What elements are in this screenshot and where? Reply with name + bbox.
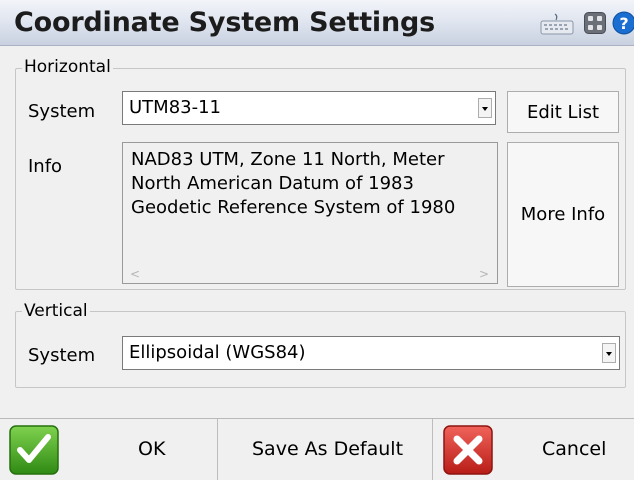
edit-list-button[interactable]: Edit List <box>507 91 619 133</box>
cancel-label: Cancel <box>542 438 607 460</box>
horizontal-legend: Horizontal <box>22 57 113 77</box>
vertical-system-dropdown[interactable]: Ellipsoidal (WGS84) <box>122 336 620 370</box>
menu-grid-icon[interactable] <box>584 12 606 38</box>
chevron-down-icon[interactable] <box>602 343 616 363</box>
info-box[interactable]: NAD83 UTM, Zone 11 North, Meter North Am… <box>122 142 498 284</box>
vertical-legend: Vertical <box>22 301 90 321</box>
page-title: Coordinate System Settings <box>14 7 435 38</box>
info-line: NAD83 UTM, Zone 11 North, Meter <box>131 149 445 170</box>
ok-button[interactable]: OK <box>0 419 218 480</box>
keyboard-icon[interactable] <box>540 13 574 39</box>
help-icon[interactable]: ? <box>612 11 634 39</box>
svg-text:?: ? <box>619 14 628 33</box>
ok-label: OK <box>138 438 166 460</box>
vertical-system-label: System <box>28 345 96 366</box>
horizontal-system-dropdown[interactable]: UTM83-11 <box>122 91 496 125</box>
info-line: Geodetic Reference System of 1980 <box>131 197 456 218</box>
title-bar: Coordinate System Settings ? <box>0 0 634 46</box>
save-as-default-button[interactable]: Save As Default <box>219 419 433 480</box>
vertical-system-value: Ellipsoidal (WGS84) <box>129 342 306 363</box>
more-info-button[interactable]: More Info <box>507 142 619 287</box>
save-as-default-label: Save As Default <box>252 438 404 460</box>
horizontal-system-label: System <box>28 101 96 122</box>
checkmark-icon <box>9 425 59 480</box>
chevron-down-icon[interactable] <box>478 98 492 118</box>
close-icon <box>443 425 493 480</box>
info-label: Info <box>28 156 63 177</box>
bottom-button-bar: OK Save As Default Cancel <box>0 418 634 480</box>
cancel-button[interactable]: Cancel <box>434 419 634 480</box>
horizontal-system-value: UTM83-11 <box>129 97 222 118</box>
scroll-right-icon[interactable]: > <box>479 267 489 281</box>
info-line: North American Datum of 1983 <box>131 173 414 194</box>
scroll-left-icon[interactable]: < <box>130 267 140 281</box>
